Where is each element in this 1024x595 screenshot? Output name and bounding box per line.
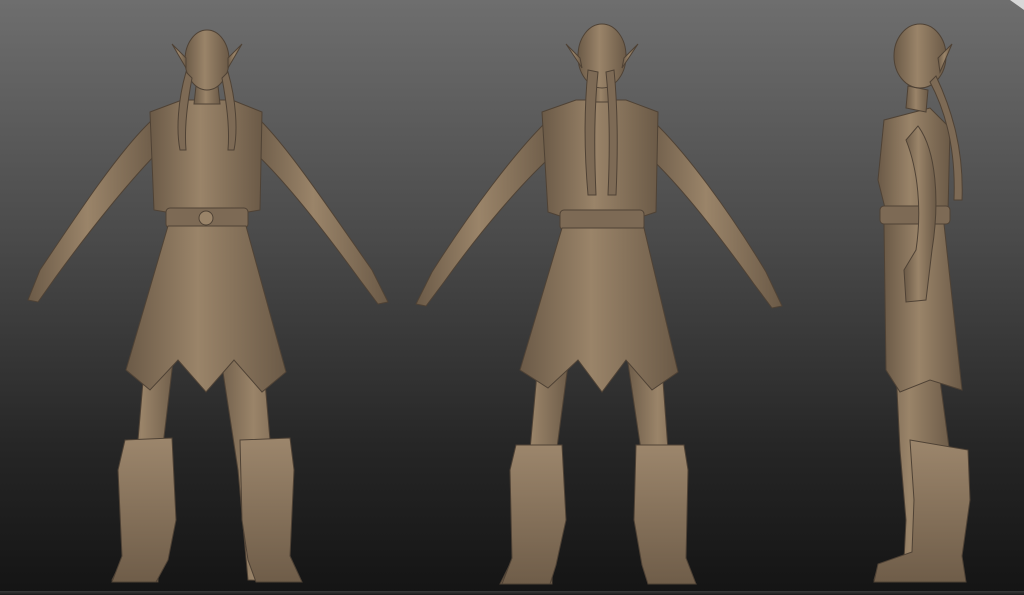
back-view-figure [415,23,783,585]
model-views [27,23,971,585]
front-view-figure [27,29,389,583]
bottom-toolbar-strip [0,591,1024,595]
side-view-figure [873,23,971,583]
sculpt-viewport[interactable] [0,0,1024,595]
